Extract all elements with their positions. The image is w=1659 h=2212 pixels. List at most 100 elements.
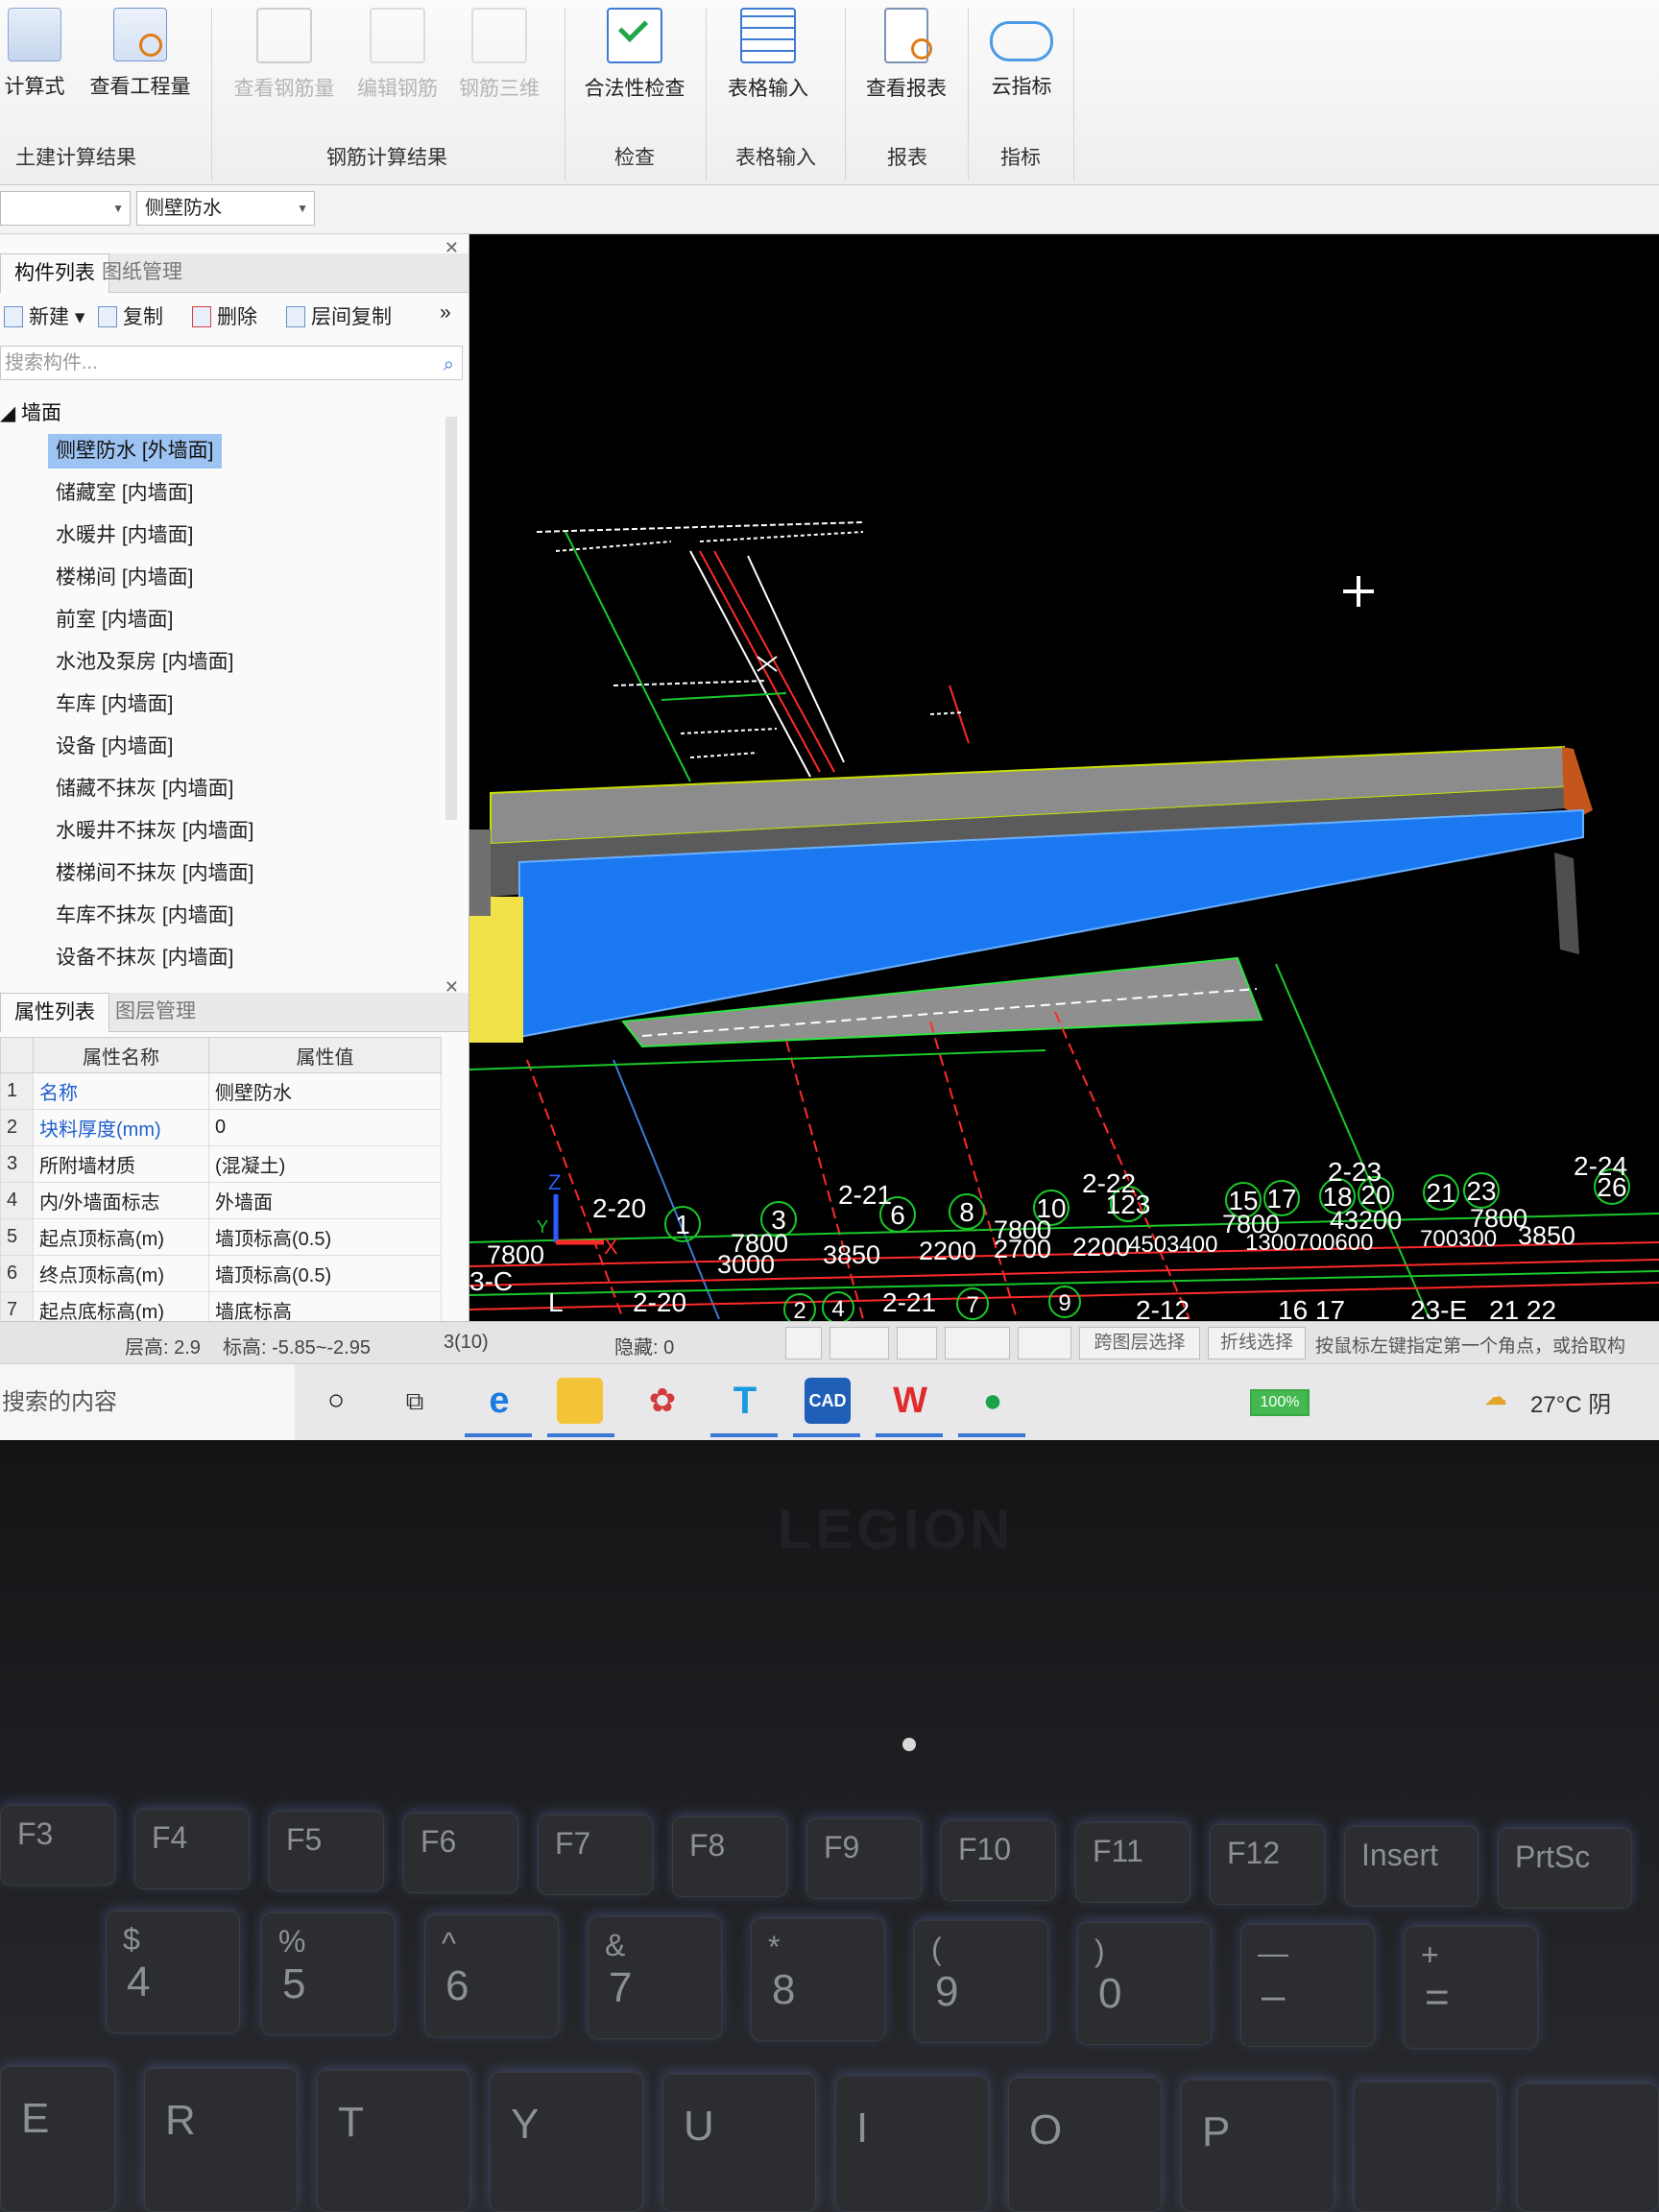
- angle-button[interactable]: [945, 1327, 1010, 1359]
- axis-bubble[interactable]: 9: [1048, 1286, 1081, 1318]
- delete-button[interactable]: 删除: [192, 301, 257, 330]
- component-search-input[interactable]: 搜索构件... ⌕: [0, 346, 463, 380]
- table-row[interactable]: 4 内/外墙面标志 外墙面: [0, 1182, 442, 1219]
- tree-item[interactable]: 水池及泵房 [内墙面]: [48, 645, 242, 680]
- legality-check-button[interactable]: 合法性检查: [576, 8, 693, 102]
- key-f10[interactable]: F10: [941, 1820, 1056, 1901]
- rebar-3d-button[interactable]: 钢筋三维: [453, 8, 545, 102]
- key-f11[interactable]: F11: [1075, 1822, 1190, 1903]
- key-f5[interactable]: F5: [269, 1811, 384, 1891]
- key-7[interactable]: & 7: [588, 1916, 722, 2039]
- tree-scrollbar[interactable]: [445, 417, 457, 820]
- key-bracket-right[interactable]: [1517, 2083, 1659, 2212]
- key-6[interactable]: ^ 6: [424, 1914, 559, 2037]
- search-icon[interactable]: ⌕: [444, 349, 454, 381]
- key-0[interactable]: ) 0: [1077, 1922, 1212, 2045]
- key-y[interactable]: Y: [490, 2072, 643, 2212]
- app-cloud-icon[interactable]: ✿: [639, 1378, 685, 1424]
- tree-item[interactable]: 车库不抹灰 [内墙面]: [48, 899, 242, 933]
- key-f8[interactable]: F8: [672, 1816, 787, 1897]
- edit-rebar-button[interactable]: 编辑钢筋: [351, 8, 444, 102]
- table-row[interactable]: 5 起点顶标高(m) 墙顶标高(0.5): [0, 1218, 442, 1256]
- view-rebar-button[interactable]: 查看钢筋量: [227, 8, 342, 102]
- key-p[interactable]: P: [1181, 2080, 1334, 2212]
- tree-item[interactable]: 侧壁防水 [外墙面]: [48, 434, 222, 469]
- key-e[interactable]: E: [0, 2066, 115, 2212]
- tree-item[interactable]: 水暖井 [内墙面]: [48, 518, 202, 553]
- tree-item[interactable]: 设备 [内墙面]: [48, 730, 181, 764]
- table-row[interactable]: 3 所附墙材质 (混凝土): [0, 1145, 442, 1183]
- axis-bubble[interactable]: 4: [822, 1291, 854, 1321]
- floor-select[interactable]: ▼: [0, 191, 131, 226]
- key-insert[interactable]: Insert: [1344, 1826, 1479, 1907]
- cad-canvas[interactable]: Z X Y 1 3 6 8 10 123 15 17 18 20 21 23 2…: [469, 234, 1659, 1321]
- axis-bubble[interactable]: 2: [783, 1293, 816, 1321]
- new-button[interactable]: 新建 ▾: [4, 301, 84, 330]
- tab-property-list[interactable]: 属性列表: [0, 993, 109, 1032]
- axis-bubble[interactable]: 1: [664, 1206, 701, 1242]
- cad-app-icon[interactable]: CAD: [805, 1378, 851, 1424]
- key-4[interactable]: $4: [106, 1911, 240, 2033]
- axis-bubble[interactable]: 21: [1423, 1174, 1459, 1211]
- tab-layer-management[interactable]: 图层管理: [102, 993, 209, 1031]
- close-icon[interactable]: ✕: [445, 977, 459, 998]
- formula-button[interactable]: 计算式: [0, 8, 69, 100]
- cloud-index-button[interactable]: 云指标: [975, 8, 1068, 100]
- copy-button[interactable]: 复制: [98, 301, 163, 330]
- key-minus[interactable]: — –: [1240, 1924, 1375, 2047]
- floor-copy-button[interactable]: 层间复制: [286, 301, 392, 330]
- table-row[interactable]: 1 名称 侧壁防水: [0, 1072, 442, 1110]
- key-o[interactable]: O: [1008, 2078, 1162, 2212]
- axis-bubble[interactable]: 7: [956, 1287, 989, 1320]
- cortana-icon[interactable]: ○: [313, 1378, 359, 1424]
- key-t[interactable]: T: [317, 2070, 470, 2212]
- weather-icon[interactable]: ☁: [1484, 1383, 1507, 1411]
- table-row[interactable]: 2 块料厚度(mm) 0: [0, 1109, 442, 1146]
- text-app-icon[interactable]: T: [722, 1378, 768, 1424]
- task-view-icon[interactable]: ⧉: [392, 1378, 438, 1424]
- key-f12[interactable]: F12: [1210, 1824, 1325, 1905]
- polyline-select-button[interactable]: 折线选择: [1208, 1327, 1306, 1359]
- battery-indicator[interactable]: 100%: [1250, 1389, 1310, 1416]
- 3d-viewport[interactable]: Z X Y 1 3 6 8 10 123 15 17 18 20 21 23 2…: [469, 234, 1659, 1321]
- weather-text[interactable]: 27°C 阴: [1530, 1385, 1611, 1419]
- ortho-button[interactable]: [785, 1327, 822, 1359]
- tree-item[interactable]: 储藏室 [内墙面]: [48, 476, 202, 511]
- key-r[interactable]: R: [144, 2068, 298, 2212]
- key-u[interactable]: U: [662, 2074, 816, 2212]
- key-f4[interactable]: F4: [134, 1809, 250, 1889]
- key-equals[interactable]: + =: [1404, 1926, 1538, 2049]
- file-explorer-icon[interactable]: [557, 1378, 603, 1424]
- key-8[interactable]: * 8: [751, 1918, 885, 2041]
- edge-browser-icon[interactable]: e: [476, 1378, 522, 1424]
- more-button[interactable]: »: [440, 301, 451, 325]
- key-prtsc[interactable]: PrtSc: [1498, 1828, 1632, 1909]
- wps-office-icon[interactable]: W: [887, 1378, 933, 1424]
- gld-app-icon[interactable]: ●: [970, 1378, 1016, 1424]
- key-f9[interactable]: F9: [806, 1818, 922, 1899]
- tree-item[interactable]: 楼梯间不抹灰 [内墙面]: [48, 856, 262, 891]
- key-f3[interactable]: F3: [0, 1805, 115, 1886]
- key-f6[interactable]: F6: [403, 1813, 518, 1893]
- tree-item[interactable]: 车库 [内墙面]: [48, 687, 181, 722]
- tree-item[interactable]: 水暖井不抹灰 [内墙面]: [48, 814, 262, 849]
- dimension-button[interactable]: [1018, 1327, 1071, 1359]
- component-select[interactable]: 侧壁防水 ▼: [136, 191, 315, 226]
- key-f7[interactable]: F7: [538, 1815, 653, 1895]
- axis-bubble[interactable]: 8: [949, 1193, 985, 1230]
- key-5[interactable]: % 5: [261, 1912, 396, 2035]
- snap-button[interactable]: [830, 1327, 889, 1359]
- view-report-button[interactable]: 查看报表: [856, 8, 956, 102]
- axis-bubble[interactable]: 23: [1463, 1172, 1500, 1209]
- taskbar-search-input[interactable]: 搜索的内容: [0, 1364, 295, 1440]
- tree-item[interactable]: 楼梯间 [内墙面]: [48, 561, 202, 595]
- key-i[interactable]: I: [835, 2076, 989, 2212]
- key-9[interactable]: (9: [914, 1920, 1048, 2043]
- tab-drawing-management[interactable]: 图纸管理: [88, 253, 196, 292]
- tree-root-wall-surface[interactable]: ◢ 墙面: [0, 397, 61, 426]
- cross-layer-select-button[interactable]: 跨图层选择: [1079, 1327, 1200, 1359]
- close-icon[interactable]: ✕: [445, 238, 459, 258]
- cancel-selection-button[interactable]: [897, 1327, 937, 1359]
- key-bracket-left[interactable]: [1354, 2081, 1498, 2212]
- table-input-button[interactable]: 表格输入: [718, 8, 818, 102]
